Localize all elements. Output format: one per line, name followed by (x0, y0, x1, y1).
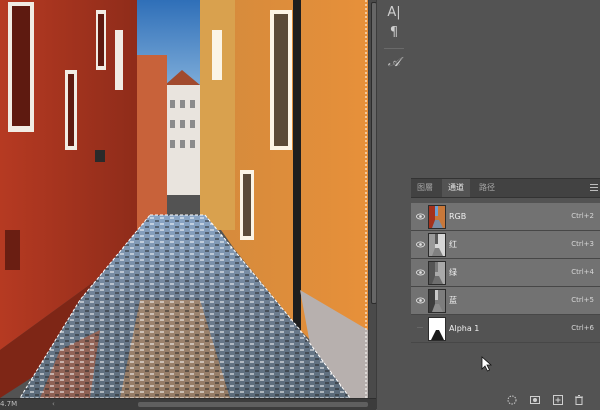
new-channel-icon[interactable] (552, 394, 564, 406)
canvas-horizontal-scrollbar[interactable] (138, 402, 368, 407)
panel-menu-icon[interactable] (590, 184, 598, 191)
mouse-cursor-icon (481, 356, 493, 372)
channels-bottom-toolbar (411, 392, 600, 409)
channel-row-green[interactable]: 绿 Ctrl+4 (411, 259, 600, 287)
tab-paths[interactable]: 路径 (473, 179, 501, 197)
channel-thumbnail (428, 317, 446, 341)
visibility-toggle-off[interactable] (417, 327, 423, 328)
channel-name: 蓝 (449, 296, 457, 305)
channel-row-red[interactable]: 红 Ctrl+3 (411, 231, 600, 259)
channel-shortcut: Ctrl+5 (571, 296, 594, 304)
channel-thumbnail (428, 205, 446, 229)
eye-icon[interactable] (416, 212, 425, 221)
status-arrow-icon[interactable]: ‹ (52, 399, 55, 410)
channel-row-blue[interactable]: 蓝 Ctrl+5 (411, 287, 600, 315)
channel-row-rgb[interactable]: RGB Ctrl+2 (411, 203, 600, 231)
channel-row-alpha-1[interactable]: Alpha 1 Ctrl+6 (411, 315, 600, 343)
channel-shortcut: Ctrl+4 (571, 268, 594, 276)
channel-name: 绿 (449, 268, 457, 277)
tab-channels[interactable]: 通道 (442, 179, 470, 197)
document-canvas[interactable] (0, 0, 368, 398)
character-tool-icon[interactable]: A| (383, 4, 405, 22)
street-photo (0, 0, 368, 398)
tab-layers[interactable]: 图層 (411, 179, 439, 197)
panel-tab-bar: 图層 通道 路径 (411, 178, 600, 198)
channel-thumbnail (428, 233, 446, 257)
channel-thumbnail (428, 261, 446, 285)
delete-channel-icon[interactable] (573, 394, 585, 406)
eye-icon[interactable] (416, 268, 425, 277)
paragraph-tool-icon[interactable]: ¶ (383, 24, 405, 42)
eye-icon[interactable] (416, 240, 425, 249)
channel-shortcut: Ctrl+3 (571, 240, 594, 248)
channel-name: RGB (449, 212, 467, 221)
channel-thumbnail (428, 289, 446, 313)
channel-shortcut: Ctrl+6 (571, 324, 594, 332)
load-selection-icon[interactable] (506, 394, 518, 406)
channels-panel-group: 图層 通道 路径 RGB Ctrl+2 红 Ctrl+3 绿 Ctrl+4 蓝 … (411, 0, 600, 409)
toolstrip-divider (384, 48, 404, 49)
panel-icon-strip: A| ¶ 𝒜 (376, 0, 412, 409)
eye-icon[interactable] (416, 296, 425, 305)
channel-name: 红 (449, 240, 457, 249)
channel-shortcut: Ctrl+2 (571, 212, 594, 220)
status-bar: 4.7M ‹ (0, 398, 376, 410)
document-size: 4.7M (0, 400, 18, 408)
save-selection-icon[interactable] (529, 394, 541, 406)
glyph-tool-icon[interactable]: 𝒜 (383, 54, 405, 72)
empty-upper-panel (411, 0, 600, 175)
channel-name: Alpha 1 (449, 324, 480, 333)
